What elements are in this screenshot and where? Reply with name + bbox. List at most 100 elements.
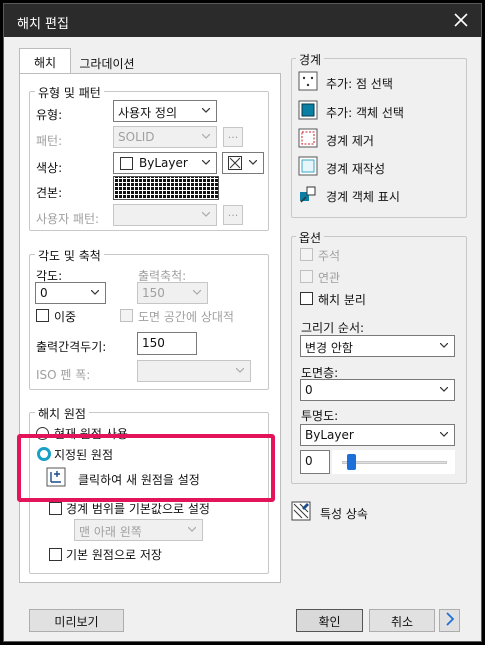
chevron-down-icon [236, 368, 244, 373]
hatch-origin-group-title: 해치 원점 [35, 405, 89, 422]
relative-paper-space-label: 도면 공간에 상대적 [138, 310, 234, 324]
chevron-down-icon [440, 343, 448, 348]
title-bar: 해치 편집 [4, 4, 481, 37]
tab-hatch-label: 해치 [33, 56, 57, 70]
tab-gradient[interactable]: 그라데이션 [74, 50, 140, 74]
scale-select[interactable]: 150 [137, 282, 208, 304]
transparency-slider-thumb[interactable] [347, 454, 356, 470]
chevron-down-icon [202, 134, 210, 139]
relative-paper-space-checkbox[interactable] [120, 309, 133, 322]
default-extents-label: 경계 범위를 기본값으로 설정 [66, 502, 210, 516]
annotative-label: 주석 [318, 249, 341, 263]
custom-pattern-browse-button[interactable]: ... [223, 205, 243, 225]
separate-hatches-label: 해치 분리 [318, 293, 366, 307]
annotative-checkbox[interactable] [300, 248, 313, 261]
type-select[interactable]: 사용자 정의 [113, 100, 217, 122]
draw-order-label: 그리기 순서: [301, 321, 365, 335]
inherit-properties-icon[interactable] [291, 501, 311, 521]
angle-select-value: 0 [40, 286, 48, 300]
boundaries-group-title: 경계 [296, 51, 325, 68]
ok-button[interactable]: 확인 [296, 609, 363, 632]
transparency-amount-value: 0 [305, 454, 313, 468]
pattern-swatch[interactable] [113, 176, 219, 200]
type-label: 유형: [36, 108, 63, 122]
color-swatch [120, 157, 133, 170]
iso-pen-width-label: ISO 펜 폭: [36, 368, 91, 382]
transparency-amount-input[interactable]: 0 [300, 450, 330, 474]
close-icon[interactable] [451, 10, 471, 30]
remove-boundaries-icon[interactable] [298, 128, 318, 148]
chevron-down-icon [91, 290, 99, 295]
transparency-value: ByLayer [305, 428, 354, 442]
spacing-input-value: 150 [142, 336, 165, 350]
display-boundary-objects-button[interactable]: 경계 객체 표시 [326, 188, 400, 205]
angle-scale-group-title: 각도 및 축척 [35, 247, 104, 264]
origin-position-select[interactable]: 맨 아래 왼쪽 [74, 519, 203, 541]
transparency-slider-track [342, 461, 447, 464]
draw-order-select[interactable]: 변경 안함 [300, 335, 455, 357]
iso-pen-width-select[interactable] [137, 360, 251, 382]
associative-checkbox[interactable] [300, 270, 313, 283]
chevron-right-icon [445, 612, 454, 626]
color-label: 색상: [36, 161, 63, 175]
inherit-properties-label[interactable]: 특성 상속 [320, 505, 368, 522]
separate-hatches-checkbox[interactable] [300, 292, 313, 305]
preview-button[interactable]: 미리보기 [29, 609, 124, 632]
add-select-objects-button[interactable]: 추가: 객체 선택 [326, 104, 404, 121]
pattern-group-title: 유형 및 패턴 [35, 84, 104, 101]
store-default-origin-checkbox[interactable] [49, 548, 62, 561]
associative-label: 연관 [318, 271, 341, 285]
custom-pattern-label: 사용자 패턴: [36, 212, 100, 226]
chevron-down-icon [188, 527, 196, 532]
default-extents-checkbox[interactable] [49, 502, 62, 515]
double-label: 이중 [54, 310, 77, 324]
layer-value: 0 [305, 383, 313, 397]
spacing-input[interactable]: 150 [137, 332, 197, 355]
chevron-down-icon [249, 160, 257, 165]
cancel-button[interactable]: 취소 [369, 609, 435, 632]
chevron-down-icon [202, 160, 210, 165]
tab-hatch[interactable]: 해치 [19, 48, 71, 74]
pattern-select-value: SOLID [118, 130, 155, 144]
chevron-down-icon [440, 432, 448, 437]
angle-select[interactable]: 0 [35, 282, 106, 304]
swatch-label: 견본: [36, 186, 63, 200]
more-options-button[interactable] [439, 609, 460, 632]
layer-select[interactable]: 0 [300, 379, 455, 401]
transparency-label: 투명도: [301, 409, 339, 423]
ok-button-label: 확인 [318, 615, 341, 629]
hatch-edit-dialog: 해치 편집 해치 그라데이션 유형 및 패턴 유형: 사용자 정의 패턴: SO… [3, 3, 482, 642]
pattern-select[interactable]: SOLID [113, 126, 217, 148]
no-background-icon [228, 156, 242, 170]
scale-select-value: 150 [142, 286, 165, 300]
chevron-down-icon [202, 212, 210, 217]
type-select-value: 사용자 정의 [118, 106, 178, 120]
color-select[interactable]: ByLayer [113, 152, 217, 174]
chevron-down-icon [440, 387, 448, 392]
transparency-slider[interactable] [332, 450, 455, 474]
pick-points-icon[interactable] [298, 71, 318, 91]
recreate-boundary-icon[interactable] [298, 156, 318, 176]
chevron-down-icon [202, 108, 210, 113]
display-boundary-objects-icon[interactable] [298, 184, 318, 204]
origin-position-value: 맨 아래 왼쪽 [79, 525, 142, 539]
pattern-browse-button[interactable]: ... [223, 127, 243, 147]
chevron-down-icon [193, 290, 201, 295]
color-select-value: ByLayer [139, 156, 188, 170]
pattern-label: 패턴: [36, 134, 63, 148]
preview-button-label: 미리보기 [54, 615, 99, 629]
double-checkbox[interactable] [36, 309, 49, 322]
store-default-origin-label: 기본 원점으로 저장 [66, 548, 162, 562]
highlight-frame [17, 434, 275, 502]
recreate-boundary-button[interactable]: 경계 재작성 [326, 160, 385, 177]
cancel-button-label: 취소 [390, 615, 414, 629]
custom-pattern-select[interactable] [113, 204, 217, 226]
remove-boundaries-button[interactable]: 경계 제거 [326, 132, 374, 149]
select-objects-icon[interactable] [298, 100, 318, 120]
spacing-label: 출력간격두기: [36, 340, 107, 354]
background-color-select[interactable] [222, 152, 264, 174]
options-group-title: 옵션 [296, 229, 325, 246]
transparency-select[interactable]: ByLayer [300, 424, 455, 446]
window-title: 해치 편집 [17, 17, 69, 32]
add-pick-points-button[interactable]: 추가: 점 선택 [326, 75, 393, 92]
